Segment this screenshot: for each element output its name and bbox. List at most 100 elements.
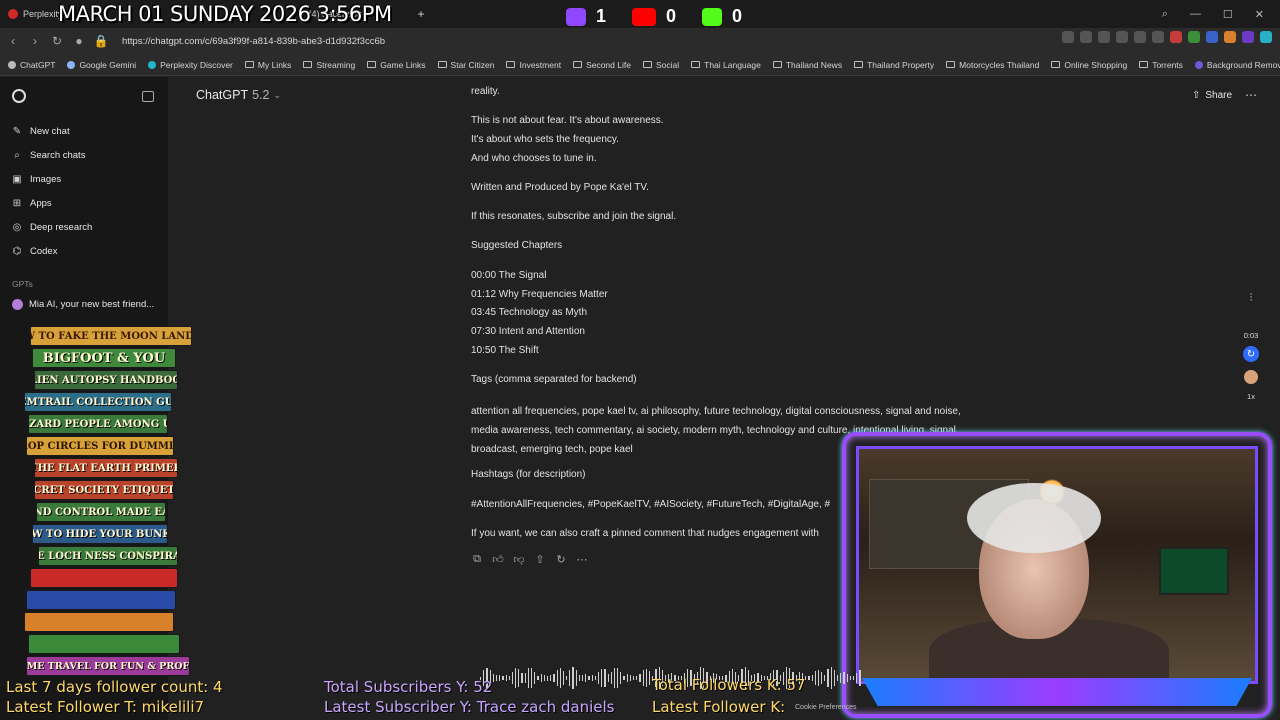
maximize-icon[interactable]: ☐: [1223, 8, 1233, 21]
sidebar-item-search-chats[interactable]: ⌕ Search chats: [0, 143, 168, 167]
bookmark-folder[interactable]: Second Life: [573, 60, 631, 70]
bookmark-folder[interactable]: Streaming: [303, 60, 355, 70]
sidebar-item-deep-research[interactable]: ◎ Deep research: [0, 215, 168, 239]
bookmark-folder[interactable]: Online Shopping: [1051, 60, 1127, 70]
bookmark-folder[interactable]: Investment: [506, 60, 561, 70]
extension-icon[interactable]: [1224, 31, 1236, 43]
bookmark-item[interactable]: ChatGPT: [8, 60, 55, 70]
extension-icon[interactable]: [1260, 31, 1272, 43]
waveform-bar: [594, 676, 596, 680]
extension-icon[interactable]: [1098, 31, 1110, 43]
more-icon[interactable]: ⋯: [576, 553, 588, 566]
extension-icon[interactable]: [1206, 31, 1218, 43]
sidebar-item-new-chat[interactable]: ✎ New chat: [0, 119, 168, 143]
waveform-bar: [837, 675, 839, 681]
extension-icon[interactable]: [1188, 31, 1200, 43]
waveform-bar: [562, 670, 565, 686]
folder-icon: [506, 61, 516, 68]
chapter-item: 01:12 Why Frequencies Matter: [471, 289, 608, 300]
thumbs-down-icon[interactable]: 👎︎: [513, 553, 525, 566]
folder-icon: [437, 61, 447, 68]
sidebar-toggle-icon[interactable]: [142, 90, 154, 102]
cookie-preferences-link[interactable]: Cookie Preferences: [795, 704, 856, 711]
reload-icon[interactable]: ↻: [46, 34, 68, 48]
more-options-icon[interactable]: ⋯: [1245, 88, 1257, 102]
folder-icon: [244, 61, 254, 68]
heart-icon[interactable]: [1116, 31, 1128, 43]
bookmark-folder[interactable]: Motorcycles Thailand: [946, 60, 1039, 70]
bookmark-folder[interactable]: Social: [642, 60, 679, 70]
sidebar-item-apps[interactable]: ⊞ Apps: [0, 191, 168, 215]
latest-subscriber-stat: Latest Subscriber Y: Trace zach daniels: [324, 698, 615, 716]
message-text: And who chooses to tune in.: [471, 153, 597, 164]
sidebar-item-codex[interactable]: ⌬ Codex: [0, 239, 168, 263]
chevron-down-icon: ⌄: [273, 89, 282, 100]
bookmark-folder[interactable]: Thailand Property: [854, 60, 934, 70]
waveform-bar: [508, 676, 510, 680]
bookmark-item[interactable]: Google Gemini: [67, 60, 136, 70]
regenerate-icon[interactable]: ↻: [555, 553, 567, 566]
bookmark-folder[interactable]: Thai Language: [691, 60, 761, 70]
sidebar-item-images[interactable]: ▣ Images: [0, 167, 168, 191]
url-field[interactable]: https://chatgpt.com/c/69a3f99f-a814-839b…: [122, 36, 385, 47]
bookmark-folder[interactable]: Torrents: [1139, 60, 1183, 70]
search-icon[interactable]: ⌕: [1162, 8, 1168, 21]
forward-icon[interactable]: ›: [24, 34, 46, 48]
waveform-bar: [591, 675, 593, 681]
perplexity-icon: [148, 60, 157, 69]
waveform-bar: [852, 676, 855, 680]
bookmark-folder[interactable]: Game Links: [367, 60, 426, 70]
book-spine: SECRET SOCIETY ETIQUETTE: [34, 480, 174, 500]
bookmark-folder[interactable]: My Links: [244, 60, 291, 70]
close-icon[interactable]: ✕: [1255, 8, 1264, 21]
audio-waveform-icon[interactable]: ⫶: [1250, 292, 1253, 305]
extension-icon[interactable]: [1062, 31, 1074, 43]
menu-icon[interactable]: [1152, 31, 1164, 43]
extension-icon[interactable]: [1080, 31, 1092, 43]
sidebar-top: [0, 77, 168, 115]
extension-icon[interactable]: [1170, 31, 1182, 43]
back-icon[interactable]: ‹: [2, 34, 24, 48]
waveform-bar: [830, 666, 832, 690]
bookmark-folder[interactable]: Star Citizen: [437, 60, 494, 70]
waveform-bar: [840, 673, 842, 683]
book-spine: THE LOCH NESS CONSPIRACY: [38, 546, 178, 566]
waveform-bar: [623, 676, 625, 680]
download-icon[interactable]: [1134, 31, 1146, 43]
waveform-bar: [531, 668, 533, 688]
openai-logo-icon[interactable]: [12, 89, 26, 103]
waveform-bar: [540, 674, 542, 682]
latest-follower-k-stat: Latest Follower K:: [652, 698, 786, 716]
gpt-item[interactable]: Mia AI, your new best friend...: [0, 293, 168, 315]
copy-icon[interactable]: ⧉: [471, 553, 483, 566]
bookmark-folder[interactable]: Thailand News: [772, 60, 842, 70]
minimize-icon[interactable]: —: [1190, 8, 1201, 20]
message-text: reality.: [471, 86, 500, 97]
waveform-bar: [518, 668, 520, 688]
chapter-item: 07:30 Intent and Attention: [471, 326, 585, 337]
lock-icon: 🔒: [93, 34, 109, 48]
refresh-icon[interactable]: ↻: [1243, 346, 1259, 362]
bookmark-item[interactable]: Background Remover: [1194, 60, 1280, 70]
book-spine: HOW TO HIDE YOUR BUNKER: [32, 524, 168, 544]
folder-icon: [691, 61, 701, 68]
thumbs-up-icon[interactable]: 👍︎: [492, 553, 504, 566]
folder-icon: [1139, 61, 1149, 68]
share-icon[interactable]: ⇧: [534, 553, 546, 566]
model-selector[interactable]: ChatGPT 5.2 ⌄: [196, 88, 281, 102]
waveform-bar: [859, 670, 861, 686]
waveform-bar: [553, 674, 555, 682]
waveform-bar: [559, 668, 561, 688]
waveform-bar: [566, 676, 568, 680]
folder-icon: [642, 61, 652, 68]
book-spine: LIZARD PEOPLE AMONG US: [28, 414, 168, 434]
book-spine: HOW TO FAKE THE MOON LANDING: [30, 326, 192, 346]
gpts-section-label: GPTs: [12, 279, 33, 289]
share-button[interactable]: ⇧ Share: [1192, 90, 1232, 101]
extension-icon[interactable]: [1242, 31, 1254, 43]
waveform-bar: [610, 672, 612, 684]
bookmark-item[interactable]: Perplexity Discover: [148, 60, 233, 70]
new-tab-button[interactable]: +: [410, 2, 433, 26]
mic-icon[interactable]: ●: [68, 34, 90, 48]
waveform-bar: [515, 668, 517, 688]
